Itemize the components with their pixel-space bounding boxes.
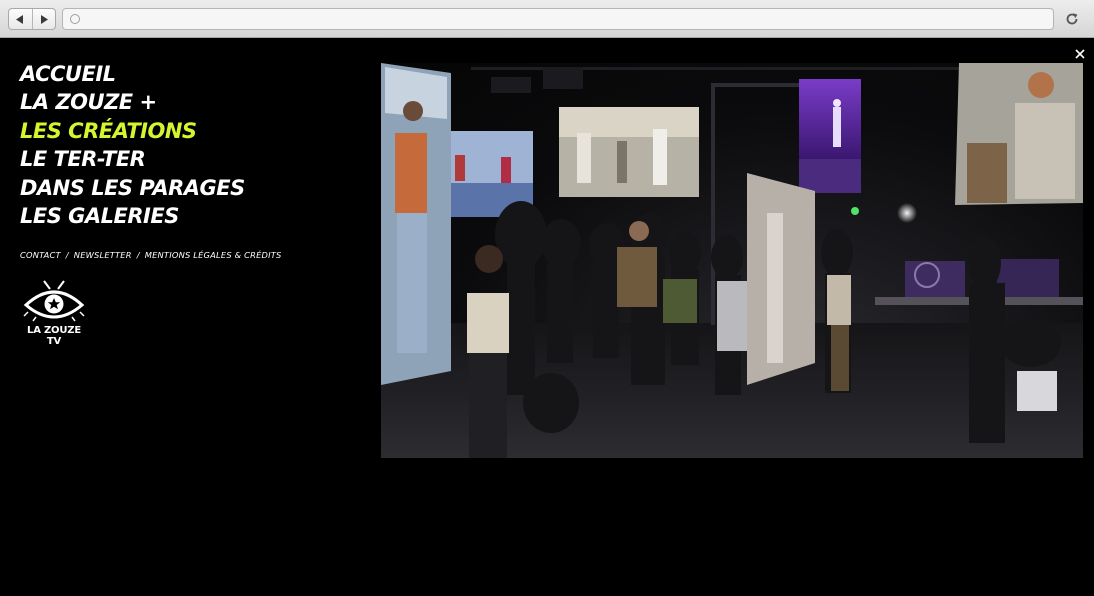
back-button[interactable] bbox=[9, 9, 32, 29]
separator: / bbox=[136, 250, 140, 260]
separator: / bbox=[65, 250, 69, 260]
close-icon bbox=[1075, 49, 1085, 59]
secondary-links: CONTACT / NEWSLETTER / MENTIONS LÉGALES & CR… bbox=[20, 250, 282, 260]
browser-toolbar bbox=[0, 0, 1094, 38]
gallery-photo bbox=[381, 63, 1083, 458]
nav-item-les-creations[interactable]: LES CRÉATIONS bbox=[20, 117, 245, 145]
page-loading-icon bbox=[70, 14, 80, 24]
logo-label: LA ZOUZE TV bbox=[27, 325, 81, 347]
main-navigation: ACCUEIL LA ZOUZE + LES CRÉATIONS LE TER-… bbox=[20, 60, 245, 230]
reload-button[interactable] bbox=[1062, 9, 1082, 29]
legal-credits-link[interactable]: MENTIONS LÉGALES & CRÉDITS bbox=[145, 250, 282, 260]
eye-star-icon bbox=[23, 280, 85, 322]
forward-arrow-icon bbox=[40, 14, 48, 24]
close-button[interactable] bbox=[1073, 47, 1087, 61]
newsletter-link[interactable]: NEWSLETTER bbox=[74, 250, 132, 260]
nav-item-le-ter-ter[interactable]: LE TER-TER bbox=[20, 145, 245, 173]
nav-item-la-zouze[interactable]: LA ZOUZE + bbox=[20, 88, 245, 116]
nav-item-les-galeries[interactable]: LES GALERIES bbox=[20, 202, 245, 230]
nav-item-dans-les-parages[interactable]: DANS LES PARAGES bbox=[20, 174, 245, 202]
history-buttons bbox=[8, 8, 56, 30]
contact-link[interactable]: CONTACT bbox=[20, 250, 61, 260]
forward-button[interactable] bbox=[31, 9, 56, 29]
reload-icon bbox=[1066, 13, 1078, 25]
performance-scene-image bbox=[381, 63, 1083, 458]
nav-item-accueil[interactable]: ACCUEIL bbox=[20, 60, 245, 88]
back-arrow-icon bbox=[16, 14, 24, 24]
la-zouze-tv-logo[interactable]: LA ZOUZE TV bbox=[22, 279, 86, 347]
address-bar[interactable] bbox=[62, 8, 1054, 30]
